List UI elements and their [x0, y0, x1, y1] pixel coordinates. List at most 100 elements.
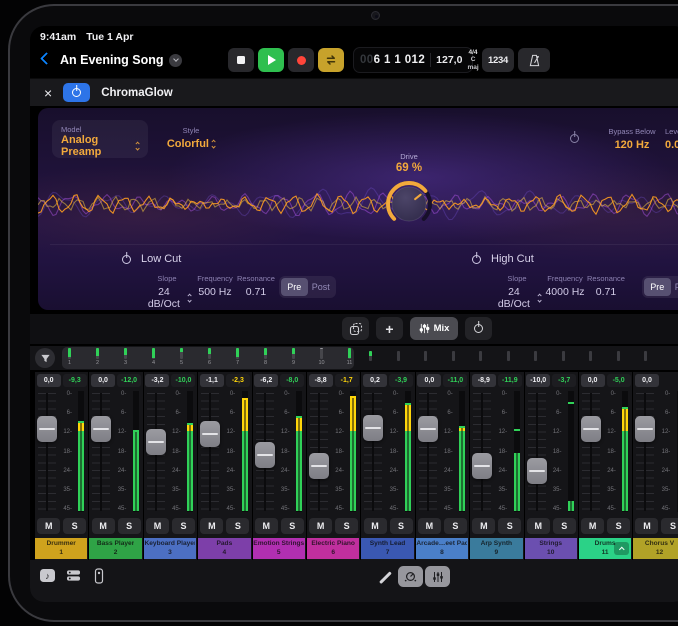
- fader-value[interactable]: -8,9: [472, 374, 496, 387]
- peak-value[interactable]: -3,7: [552, 374, 576, 387]
- count-in-button[interactable]: 1234: [482, 48, 514, 72]
- pre-button[interactable]: Pre: [644, 278, 671, 296]
- low-cut-power-icon[interactable]: [122, 255, 131, 264]
- fader-track[interactable]: [201, 393, 219, 511]
- track-label[interactable]: Chorus V 12: [633, 538, 678, 559]
- peak-value[interactable]: -10,0: [171, 374, 195, 387]
- lcd-display[interactable]: 006 1 1 012 127,0 4/4 C maj In Out MIDI: [353, 47, 473, 73]
- mixer-view-button[interactable]: [425, 566, 450, 587]
- fader-value[interactable]: 0,2: [363, 374, 387, 387]
- track-label[interactable]: Drums 11: [579, 538, 631, 559]
- song-title-menu[interactable]: An Evening Song: [60, 50, 182, 70]
- fader-handle[interactable]: [472, 453, 492, 479]
- bypass-control[interactable]: Bypass Below 120 Hz: [588, 127, 676, 151]
- track-label[interactable]: Emotion Strings 5: [253, 538, 305, 559]
- bypass-power-icon[interactable]: [570, 134, 579, 143]
- low-cut-resonance[interactable]: Resonance 0.71: [232, 274, 280, 298]
- drive-knob[interactable]: [381, 176, 437, 232]
- fader-track[interactable]: [582, 393, 600, 511]
- solo-button[interactable]: S: [444, 518, 467, 534]
- track-label[interactable]: Drummer 1: [35, 538, 87, 559]
- filter-button[interactable]: [35, 348, 55, 368]
- back-icon[interactable]: [40, 52, 53, 65]
- mute-button[interactable]: M: [92, 518, 115, 534]
- fader-track[interactable]: [528, 393, 546, 511]
- fader-value[interactable]: -6,2: [254, 374, 278, 387]
- track-label[interactable]: Synth Lead 7: [361, 538, 413, 559]
- loop-browser-icon[interactable]: ♪: [40, 569, 55, 582]
- fader-handle[interactable]: [146, 429, 166, 455]
- mute-button[interactable]: M: [309, 518, 332, 534]
- fader-value[interactable]: -10,0: [526, 374, 550, 387]
- peak-value[interactable]: -1,7: [335, 374, 359, 387]
- mute-button[interactable]: M: [200, 518, 223, 534]
- fader-handle[interactable]: [527, 458, 547, 484]
- solo-button[interactable]: S: [553, 518, 576, 534]
- track-label[interactable]: Arcade…eet Pad 8: [416, 538, 468, 559]
- peak-value[interactable]: -12,0: [117, 374, 141, 387]
- high-cut-power-icon[interactable]: [472, 255, 481, 264]
- fader-handle[interactable]: [309, 453, 329, 479]
- high-cut-slope[interactable]: Slope 24 dB/Oct: [493, 274, 541, 310]
- solo-button[interactable]: S: [172, 518, 195, 534]
- peak-value[interactable]: -11,9: [498, 374, 522, 387]
- close-icon[interactable]: ×: [44, 86, 52, 100]
- plugin-power-button[interactable]: [63, 83, 90, 102]
- high-cut-resonance[interactable]: Resonance 0.71: [582, 274, 630, 298]
- solo-button[interactable]: S: [390, 518, 413, 534]
- plugin-strip-icon[interactable]: [94, 568, 104, 589]
- solo-button[interactable]: S: [607, 518, 630, 534]
- controls-view-button[interactable]: [398, 566, 423, 587]
- fader-handle[interactable]: [200, 421, 220, 447]
- mixer-power-button[interactable]: [465, 317, 492, 340]
- fader-track[interactable]: [92, 393, 110, 511]
- fader-track[interactable]: [419, 393, 437, 511]
- track-label[interactable]: Electric Piano 6: [307, 538, 359, 559]
- solo-button[interactable]: S: [661, 518, 678, 534]
- fader-handle[interactable]: [635, 416, 655, 442]
- peak-value[interactable]: -5,0: [607, 374, 631, 387]
- solo-button[interactable]: S: [226, 518, 249, 534]
- metronome-button[interactable]: [518, 48, 550, 72]
- add-plugin-button[interactable]: +: [376, 317, 403, 340]
- fader-handle[interactable]: [581, 416, 601, 442]
- tracks-view-icon[interactable]: [66, 569, 81, 587]
- style-selector[interactable]: Style Colorful: [158, 126, 224, 150]
- solo-button[interactable]: S: [63, 518, 86, 534]
- cycle-button[interactable]: [318, 48, 344, 72]
- mute-button[interactable]: M: [527, 518, 550, 534]
- play-button[interactable]: [258, 48, 284, 72]
- fader-value[interactable]: -3,2: [145, 374, 169, 387]
- mute-button[interactable]: M: [581, 518, 604, 534]
- model-selector[interactable]: Model Analog Preamp: [52, 120, 148, 158]
- fader-value[interactable]: 0,0: [417, 374, 441, 387]
- pre-button[interactable]: Pre: [281, 278, 308, 296]
- fader-handle[interactable]: [91, 416, 111, 442]
- post-button[interactable]: Post: [671, 278, 678, 296]
- mute-button[interactable]: M: [146, 518, 169, 534]
- track-label[interactable]: Keyboard Player 3: [144, 538, 196, 559]
- track-label[interactable]: Arp Synth 9: [470, 538, 522, 559]
- mute-button[interactable]: M: [635, 518, 658, 534]
- low-cut-slope[interactable]: Slope 24 dB/Oct: [143, 274, 191, 310]
- mute-button[interactable]: M: [472, 518, 495, 534]
- pencil-icon[interactable]: [379, 571, 391, 583]
- fader-track[interactable]: [38, 393, 56, 511]
- peak-value[interactable]: -11,0: [443, 374, 467, 387]
- plugin-tiles-button[interactable]: [342, 317, 369, 340]
- fader-track[interactable]: [473, 393, 491, 511]
- fader-value[interactable]: -1,1: [200, 374, 224, 387]
- mute-button[interactable]: M: [255, 518, 278, 534]
- stop-button[interactable]: [228, 48, 254, 72]
- mute-button[interactable]: M: [418, 518, 441, 534]
- collapse-chevron-icon[interactable]: [614, 542, 629, 555]
- solo-button[interactable]: S: [118, 518, 141, 534]
- track-label[interactable]: Strings 10: [525, 538, 577, 559]
- fader-value[interactable]: 0,0: [635, 374, 659, 387]
- mix-view-button[interactable]: Mix: [410, 317, 458, 340]
- fader-value[interactable]: 0,0: [37, 374, 61, 387]
- peak-value[interactable]: -9,3: [63, 374, 87, 387]
- fader-value[interactable]: 0,0: [581, 374, 605, 387]
- solo-button[interactable]: S: [281, 518, 304, 534]
- mute-button[interactable]: M: [364, 518, 387, 534]
